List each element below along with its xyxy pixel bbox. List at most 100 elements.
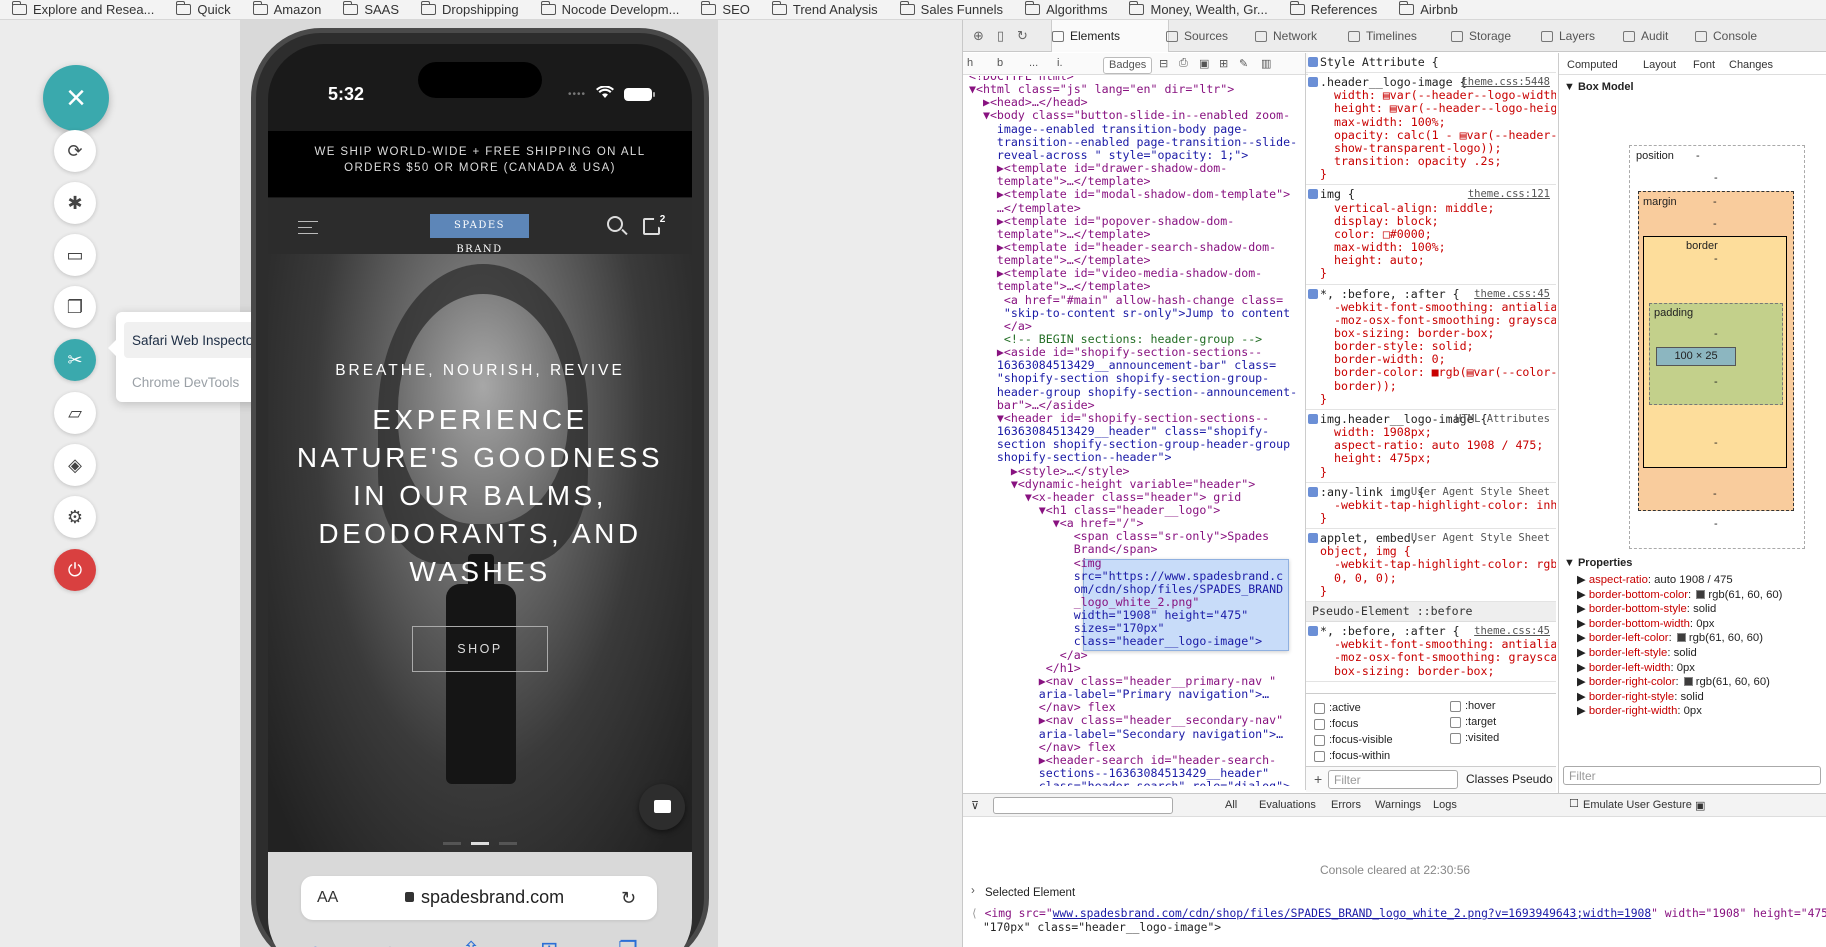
dom-node-line[interactable]: header-group shopify-section--announceme…	[969, 385, 1297, 399]
pseudo-state-checkbox[interactable]: :focus-within	[1314, 750, 1390, 762]
css-property[interactable]: height: auto;	[1320, 253, 1425, 267]
back-icon[interactable]: ‹	[310, 937, 317, 947]
dom-node-line[interactable]: </h1>	[969, 661, 1081, 675]
reload-icon[interactable]: ↻	[621, 888, 636, 909]
computed-property[interactable]: ▶ border-right-width: 0px	[1577, 704, 1702, 717]
bookmark-folder[interactable]: Trend Analysis	[771, 1, 878, 17]
css-property[interactable]: }	[1320, 392, 1327, 406]
color-swatch[interactable]	[1683, 677, 1693, 687]
dom-node-line[interactable]: </a>	[969, 648, 1088, 662]
pseudo-button[interactable]: Pseudo	[1512, 772, 1553, 786]
menu-icon[interactable]	[298, 221, 318, 234]
css-property[interactable]: border-width: 0;	[1320, 352, 1446, 366]
bug-icon[interactable]: ✱	[54, 182, 96, 224]
dom-node-line[interactable]: aria-label="Secondary navigation">…	[969, 727, 1283, 741]
css-property[interactable]: width: 1908px;	[1320, 425, 1432, 439]
dom-node-line[interactable]: ▶<template id="modal-shadow-dom-template…	[969, 188, 1290, 201]
pseudo-state-checkbox[interactable]: :visited	[1450, 732, 1499, 744]
bookmark-folder[interactable]: Sales Funnels	[899, 1, 1003, 17]
sidebar-toggle-icon[interactable]: ▥	[1261, 57, 1271, 70]
dom-node-line[interactable]: bar">…</aside>	[969, 398, 1095, 412]
slide-dot[interactable]	[443, 842, 461, 845]
bookmark-folder[interactable]: Airbnb	[1399, 1, 1458, 17]
dom-node-line[interactable]: image--enabled transition-body page-	[969, 122, 1248, 136]
rule-source[interactable]: theme.css:121	[1468, 188, 1550, 201]
tab-font[interactable]: Font	[1693, 59, 1715, 71]
css-property[interactable]: -webkit-font-smoothing: antialiased;	[1320, 300, 1556, 314]
dom-node-line[interactable]: ▶<template id="popover-shadow-dom-	[969, 214, 1234, 228]
tab-sources[interactable]: Sources	[1166, 20, 1256, 52]
address-bar[interactable]: AA spadesbrand.com ↻	[301, 876, 657, 920]
css-property[interactable]: border-style: solid;	[1320, 339, 1474, 353]
css-property[interactable]: width: ▤var(--header--logo-width);	[1320, 88, 1556, 102]
rule-source[interactable]: theme.css:5448	[1461, 76, 1550, 89]
bookmark-folder[interactable]: Algorithms	[1025, 1, 1107, 17]
dom-node-line[interactable]: ▶<nav class="header__secondary-nav"	[969, 714, 1283, 727]
site-logo[interactable]: SPADES BRAND	[430, 214, 529, 255]
bookmark-folder[interactable]: SEO	[701, 1, 750, 17]
computed-property[interactable]: ▶ border-left-color: rgb(61, 60, 60)	[1577, 631, 1763, 644]
rule-source[interactable]: theme.css:45	[1474, 288, 1550, 301]
css-property[interactable]: height: 475px;	[1320, 451, 1432, 465]
css-property[interactable]: -moz-osx-font-smoothing: grayscale;	[1320, 650, 1556, 664]
css-property[interactable]: border-color: ■rgb(▤var(--color-	[1320, 365, 1556, 379]
tab-elements[interactable]: Elements	[1051, 20, 1169, 52]
computed-property[interactable]: ▶ aspect-ratio: auto 1908 / 475	[1577, 573, 1733, 586]
css-rule[interactable]: *, :before, :after {theme.css:45 -webkit…	[1306, 622, 1556, 682]
css-rule[interactable]: *, :before, :after {theme.css:45 -webkit…	[1306, 285, 1556, 410]
checkbox[interactable]	[1314, 734, 1325, 746]
computed-property[interactable]: ▶ border-left-style: solid	[1577, 646, 1697, 659]
video-camera-icon[interactable]: ▭	[54, 234, 96, 276]
css-property[interactable]: max-width: 100%;	[1320, 115, 1446, 129]
css-property[interactable]: -webkit-tap-highlight-color: inherit;	[1320, 498, 1556, 512]
dom-node-line[interactable]: ▼<dynamic-height variable="header">	[969, 477, 1255, 491]
css-property[interactable]: transition: opacity .2s;	[1320, 154, 1502, 168]
tab-layout[interactable]: Layout	[1643, 59, 1676, 71]
chat-icon[interactable]	[639, 784, 685, 830]
pseudo-state-checkbox[interactable]: :focus	[1314, 718, 1358, 730]
box-model-title[interactable]: ▼ Box Model	[1564, 81, 1634, 93]
rotate-device-icon[interactable]: ◈	[54, 444, 96, 486]
search-icon[interactable]	[607, 216, 623, 232]
console-menu-icon[interactable]: ⊽	[971, 799, 979, 812]
pseudo-state-checkbox[interactable]: :focus-visible	[1314, 734, 1393, 746]
dom-node-line[interactable]: "shopify-section shopify-section-group-	[969, 372, 1269, 385]
computed-property[interactable]: ▶ border-right-color: rgb(61, 60, 60)	[1577, 675, 1770, 688]
css-property[interactable]: aspect-ratio: auto 1908 / 475;	[1320, 438, 1543, 452]
css-rule[interactable]: .header__logo-image {theme.css:5448 widt…	[1306, 73, 1556, 186]
checkbox[interactable]	[1314, 750, 1325, 762]
tab-audit[interactable]: Audit	[1623, 20, 1695, 52]
dom-node-line[interactable]: ▼<x-header class="header"> grid	[969, 490, 1241, 504]
dom-node-line[interactable]: class="header__logo-image">	[969, 635, 1262, 648]
bookmark-folder[interactable]: Amazon	[252, 1, 321, 17]
css-property[interactable]: color: □#0000;	[1320, 227, 1432, 241]
dom-node-line[interactable]: <img	[969, 556, 1102, 570]
tab-console[interactable]: Console	[1695, 20, 1779, 52]
checkbox[interactable]	[1450, 716, 1461, 728]
rotate-sync-icon[interactable]: ⟳	[54, 130, 96, 172]
tab-timelines[interactable]: Timelines	[1348, 20, 1452, 52]
computed-property[interactable]: ▶ border-right-style: solid	[1577, 690, 1704, 703]
css-property[interactable]: }	[1320, 167, 1327, 181]
power-icon[interactable]: ⏻	[54, 549, 96, 591]
classes-button[interactable]: Classes	[1466, 772, 1509, 786]
crosshair-icon[interactable]: ⊕	[971, 28, 986, 43]
dom-node-line[interactable]: ▼<body class="button-slide-in--enabled z…	[969, 109, 1290, 122]
gear-icon[interactable]: ⚙	[54, 496, 96, 538]
tab-changes[interactable]: Changes	[1729, 59, 1773, 71]
css-rule[interactable]: img {theme.css:121 vertical-align: middl…	[1306, 185, 1556, 285]
computed-filter-input[interactable]: Filter	[1563, 766, 1821, 785]
dom-tree[interactable]: <!DOCTYPE html> ▼<html class="js" lang="e…	[963, 76, 1301, 786]
url-text[interactable]: spadesbrand.com	[421, 887, 564, 908]
css-property[interactable]: }	[1320, 266, 1327, 280]
css-property[interactable]: box-sizing: border-box;	[1320, 326, 1495, 340]
styles-filter-input[interactable]: Filter	[1328, 770, 1458, 789]
computed-property[interactable]: ▶ border-bottom-width: 0px	[1577, 617, 1714, 630]
color-swatch[interactable]	[1696, 589, 1706, 599]
checkbox[interactable]	[1450, 732, 1461, 744]
shop-button[interactable]: SHOP	[412, 626, 548, 672]
dom-node-line[interactable]: ▶<header-search id="header-search-	[969, 753, 1276, 767]
css-property[interactable]: show-transparent-logo));	[1320, 141, 1502, 155]
pseudo-state-checkbox[interactable]: :target	[1450, 716, 1496, 728]
slide-dot[interactable]	[499, 842, 517, 845]
